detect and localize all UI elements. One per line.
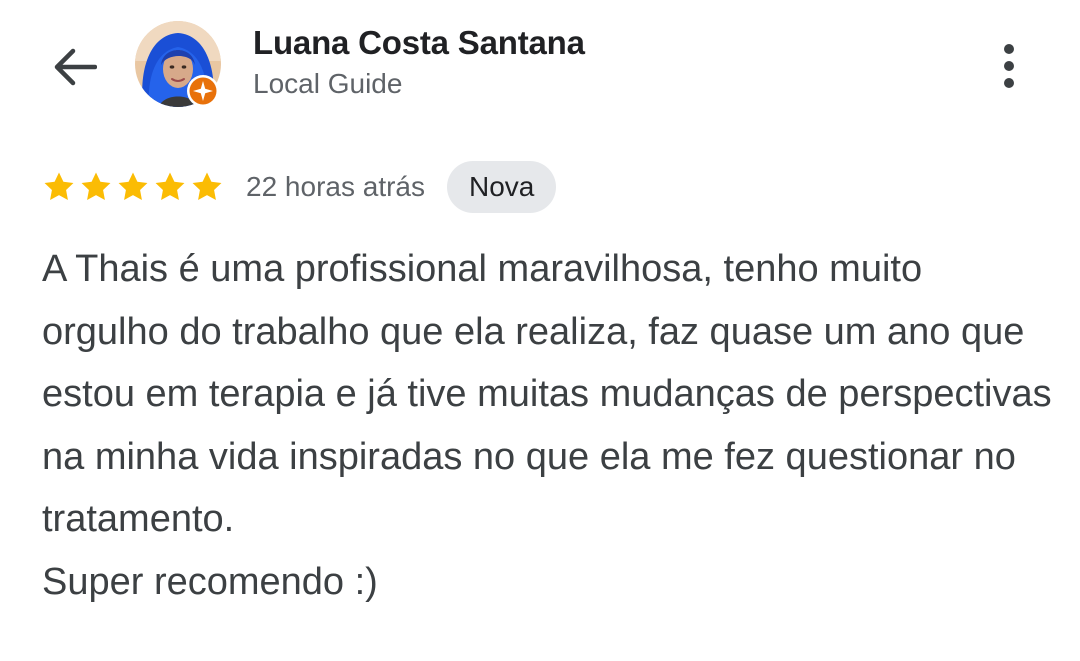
review-text: A Thais é uma profissional maravilhosa, …	[42, 248, 1052, 603]
user-name[interactable]: Luana Costa Santana	[253, 24, 585, 62]
review-meta: 22 horas atrás Nova	[42, 160, 557, 214]
local-guide-badge-icon	[187, 75, 219, 107]
star-icon	[192, 172, 222, 201]
star-icon	[155, 172, 185, 201]
back-button[interactable]	[40, 36, 108, 98]
star-icon	[118, 172, 148, 201]
more-vert-icon	[1004, 44, 1014, 88]
star-icon	[81, 172, 111, 201]
new-badge: Nova	[447, 161, 557, 213]
star-rating	[42, 170, 224, 204]
star-icon	[44, 172, 74, 201]
review-time: 22 horas atrás	[246, 171, 425, 202]
more-options-button[interactable]	[985, 38, 1033, 94]
user-subtitle: Local Guide	[253, 68, 403, 99]
arrow-back-icon	[54, 48, 97, 86]
avatar[interactable]	[135, 21, 221, 107]
